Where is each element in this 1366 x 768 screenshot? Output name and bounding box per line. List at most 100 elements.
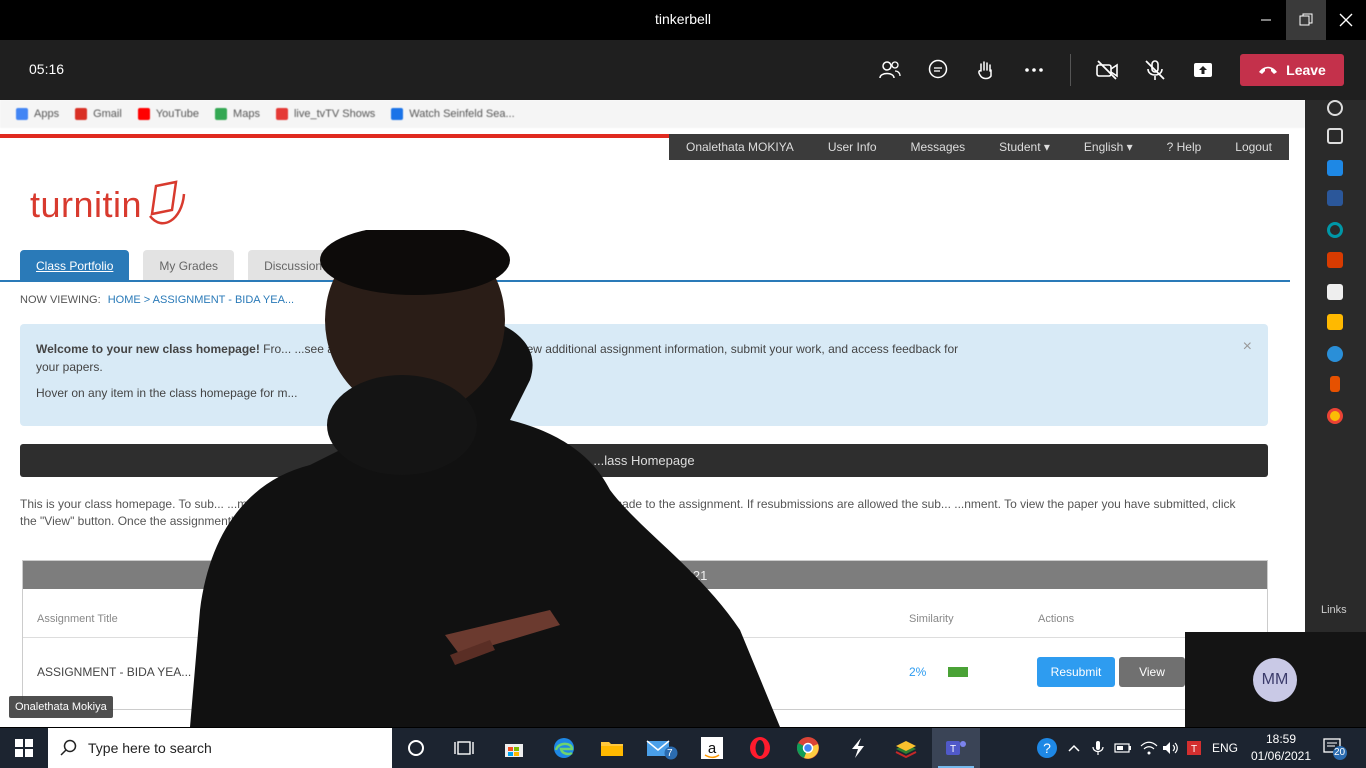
- cortana-icon[interactable]: [1327, 222, 1343, 238]
- app-tray-icon[interactable]: T: [1186, 728, 1202, 768]
- help-icon: ?: [1037, 738, 1057, 758]
- teams-icon: T: [946, 741, 966, 755]
- taskbar-search[interactable]: Type here to search: [48, 728, 392, 768]
- nav-messages[interactable]: Messages: [910, 140, 965, 154]
- store-icon[interactable]: [1327, 284, 1343, 300]
- speaker-icon: [1163, 742, 1178, 754]
- raise-hand-icon: [978, 61, 992, 80]
- mail-app-icon[interactable]: [1327, 160, 1343, 176]
- leave-label: Leave: [1286, 62, 1326, 78]
- network-tray[interactable]: [1140, 728, 1158, 768]
- microphone-tray[interactable]: [1092, 728, 1104, 768]
- toolbar-separator: [1070, 54, 1071, 86]
- camera-toggle-button[interactable]: [1093, 56, 1121, 84]
- apps-grid-icon: [16, 108, 28, 120]
- mail-taskbar-button[interactable]: 7: [638, 728, 686, 768]
- cortana-button[interactable]: [392, 728, 440, 768]
- opera-button[interactable]: [736, 728, 784, 768]
- language-label: ENG: [1212, 741, 1239, 755]
- battery-tray[interactable]: [1114, 728, 1132, 768]
- close-icon[interactable]: ×: [1243, 338, 1252, 356]
- nav-logout[interactable]: Logout: [1235, 140, 1272, 154]
- circle-icon[interactable]: [1327, 100, 1343, 116]
- avatar: MM: [1253, 658, 1297, 702]
- turnitin-logo[interactable]: turnitin: [30, 180, 186, 230]
- store-taskbar-button[interactable]: [490, 728, 538, 768]
- nav-user-info[interactable]: User Info: [828, 140, 877, 154]
- nav-help[interactable]: ? Help: [1167, 140, 1202, 154]
- bookmark-seinfeld[interactable]: Watch Seinfeld Sea...: [391, 108, 515, 120]
- help-tray[interactable]: ?: [1036, 728, 1058, 768]
- nav-role-menu[interactable]: Student ▾: [999, 140, 1050, 154]
- action-center-button[interactable]: 20: [1322, 728, 1348, 768]
- maps-icon: [215, 108, 228, 120]
- search-placeholder: Type here to search: [88, 740, 212, 756]
- windows-logo-icon: [15, 739, 33, 757]
- store-bag-icon: [505, 744, 523, 757]
- col-actions: Actions: [1038, 613, 1075, 625]
- file-explorer-button[interactable]: [588, 728, 636, 768]
- hang-up-icon: [1259, 66, 1278, 74]
- chevron-up-icon: [1068, 744, 1080, 752]
- logo-text: turnitin: [30, 184, 143, 225]
- language-indicator[interactable]: ENG: [1212, 728, 1238, 768]
- mic-toggle-button[interactable]: [1141, 56, 1169, 84]
- share-tray-icon: [1194, 63, 1212, 77]
- task-view-icon: [454, 741, 474, 755]
- app-icon[interactable]: [1330, 376, 1340, 392]
- bluestacks-button[interactable]: [882, 728, 930, 768]
- tab-class-portfolio[interactable]: Class Portfolio: [20, 250, 130, 281]
- start-button[interactable]: [0, 728, 48, 768]
- bookmark-tv-shows[interactable]: live_tvTV Shows: [275, 108, 375, 120]
- self-video-tile: MM: [1185, 632, 1366, 727]
- word-icon[interactable]: [1327, 190, 1343, 206]
- folder-icon[interactable]: [1327, 314, 1343, 330]
- bookmark-maps[interactable]: Maps: [215, 108, 260, 120]
- reactions-button[interactable]: [972, 56, 1000, 84]
- teams-button[interactable]: T: [932, 728, 980, 768]
- close-button[interactable]: [1326, 0, 1366, 40]
- restore-button[interactable]: [1286, 0, 1326, 40]
- bookmark-apps[interactable]: Apps: [16, 108, 59, 120]
- bookmark-youtube[interactable]: YouTube: [137, 108, 199, 120]
- edge-taskbar-button[interactable]: [540, 728, 588, 768]
- show-hidden-icons-button[interactable]: [1068, 728, 1080, 768]
- col-assignment-title: Assignment Title: [37, 613, 118, 625]
- search-icon: [60, 739, 77, 756]
- edge-icon[interactable]: [1327, 346, 1343, 362]
- nav-language-menu[interactable]: English ▾: [1084, 140, 1133, 154]
- minimize-button[interactable]: [1246, 0, 1286, 40]
- more-options-button[interactable]: [1020, 56, 1048, 84]
- youtube-icon: [137, 108, 150, 120]
- links-label[interactable]: Links: [1321, 604, 1347, 616]
- bookmark-gmail[interactable]: Gmail: [75, 108, 122, 120]
- chrome-icon[interactable]: [1327, 408, 1343, 424]
- app-bolt-button[interactable]: [834, 728, 882, 768]
- share-screen-button[interactable]: [1189, 56, 1217, 84]
- office-icon[interactable]: [1327, 252, 1343, 268]
- nav-user-name[interactable]: Onalethata MOKIYA: [686, 140, 794, 154]
- cortana-ring-icon: [408, 740, 424, 756]
- tv-icon: [275, 108, 288, 120]
- assignment-title-cell: ASSIGNMENT - BIDA YEA...: [37, 665, 192, 679]
- notification-count: 20: [1334, 747, 1346, 758]
- meeting-timer: 05:16: [29, 61, 65, 77]
- similarity-score[interactable]: 2%: [909, 665, 926, 679]
- window-title: tinkerbell: [654, 11, 712, 27]
- chat-button[interactable]: [924, 56, 952, 84]
- task-view-button[interactable]: [440, 728, 488, 768]
- leave-button[interactable]: Leave: [1240, 54, 1344, 86]
- system-clock[interactable]: 18:59 01/06/2021: [1248, 731, 1314, 765]
- site-icon: [391, 108, 404, 120]
- amazon-button[interactable]: a: [688, 728, 736, 768]
- chrome-button[interactable]: [784, 728, 832, 768]
- camera-off-icon: [1096, 60, 1118, 80]
- edge-icon: [554, 738, 574, 758]
- window-icon[interactable]: [1327, 128, 1343, 144]
- participants-button[interactable]: [876, 56, 904, 84]
- gmail-icon: [75, 108, 88, 120]
- view-button[interactable]: View: [1119, 657, 1185, 687]
- volume-tray[interactable]: [1162, 728, 1180, 768]
- resubmit-button[interactable]: Resubmit: [1037, 657, 1115, 687]
- chrome-icon: [796, 737, 819, 759]
